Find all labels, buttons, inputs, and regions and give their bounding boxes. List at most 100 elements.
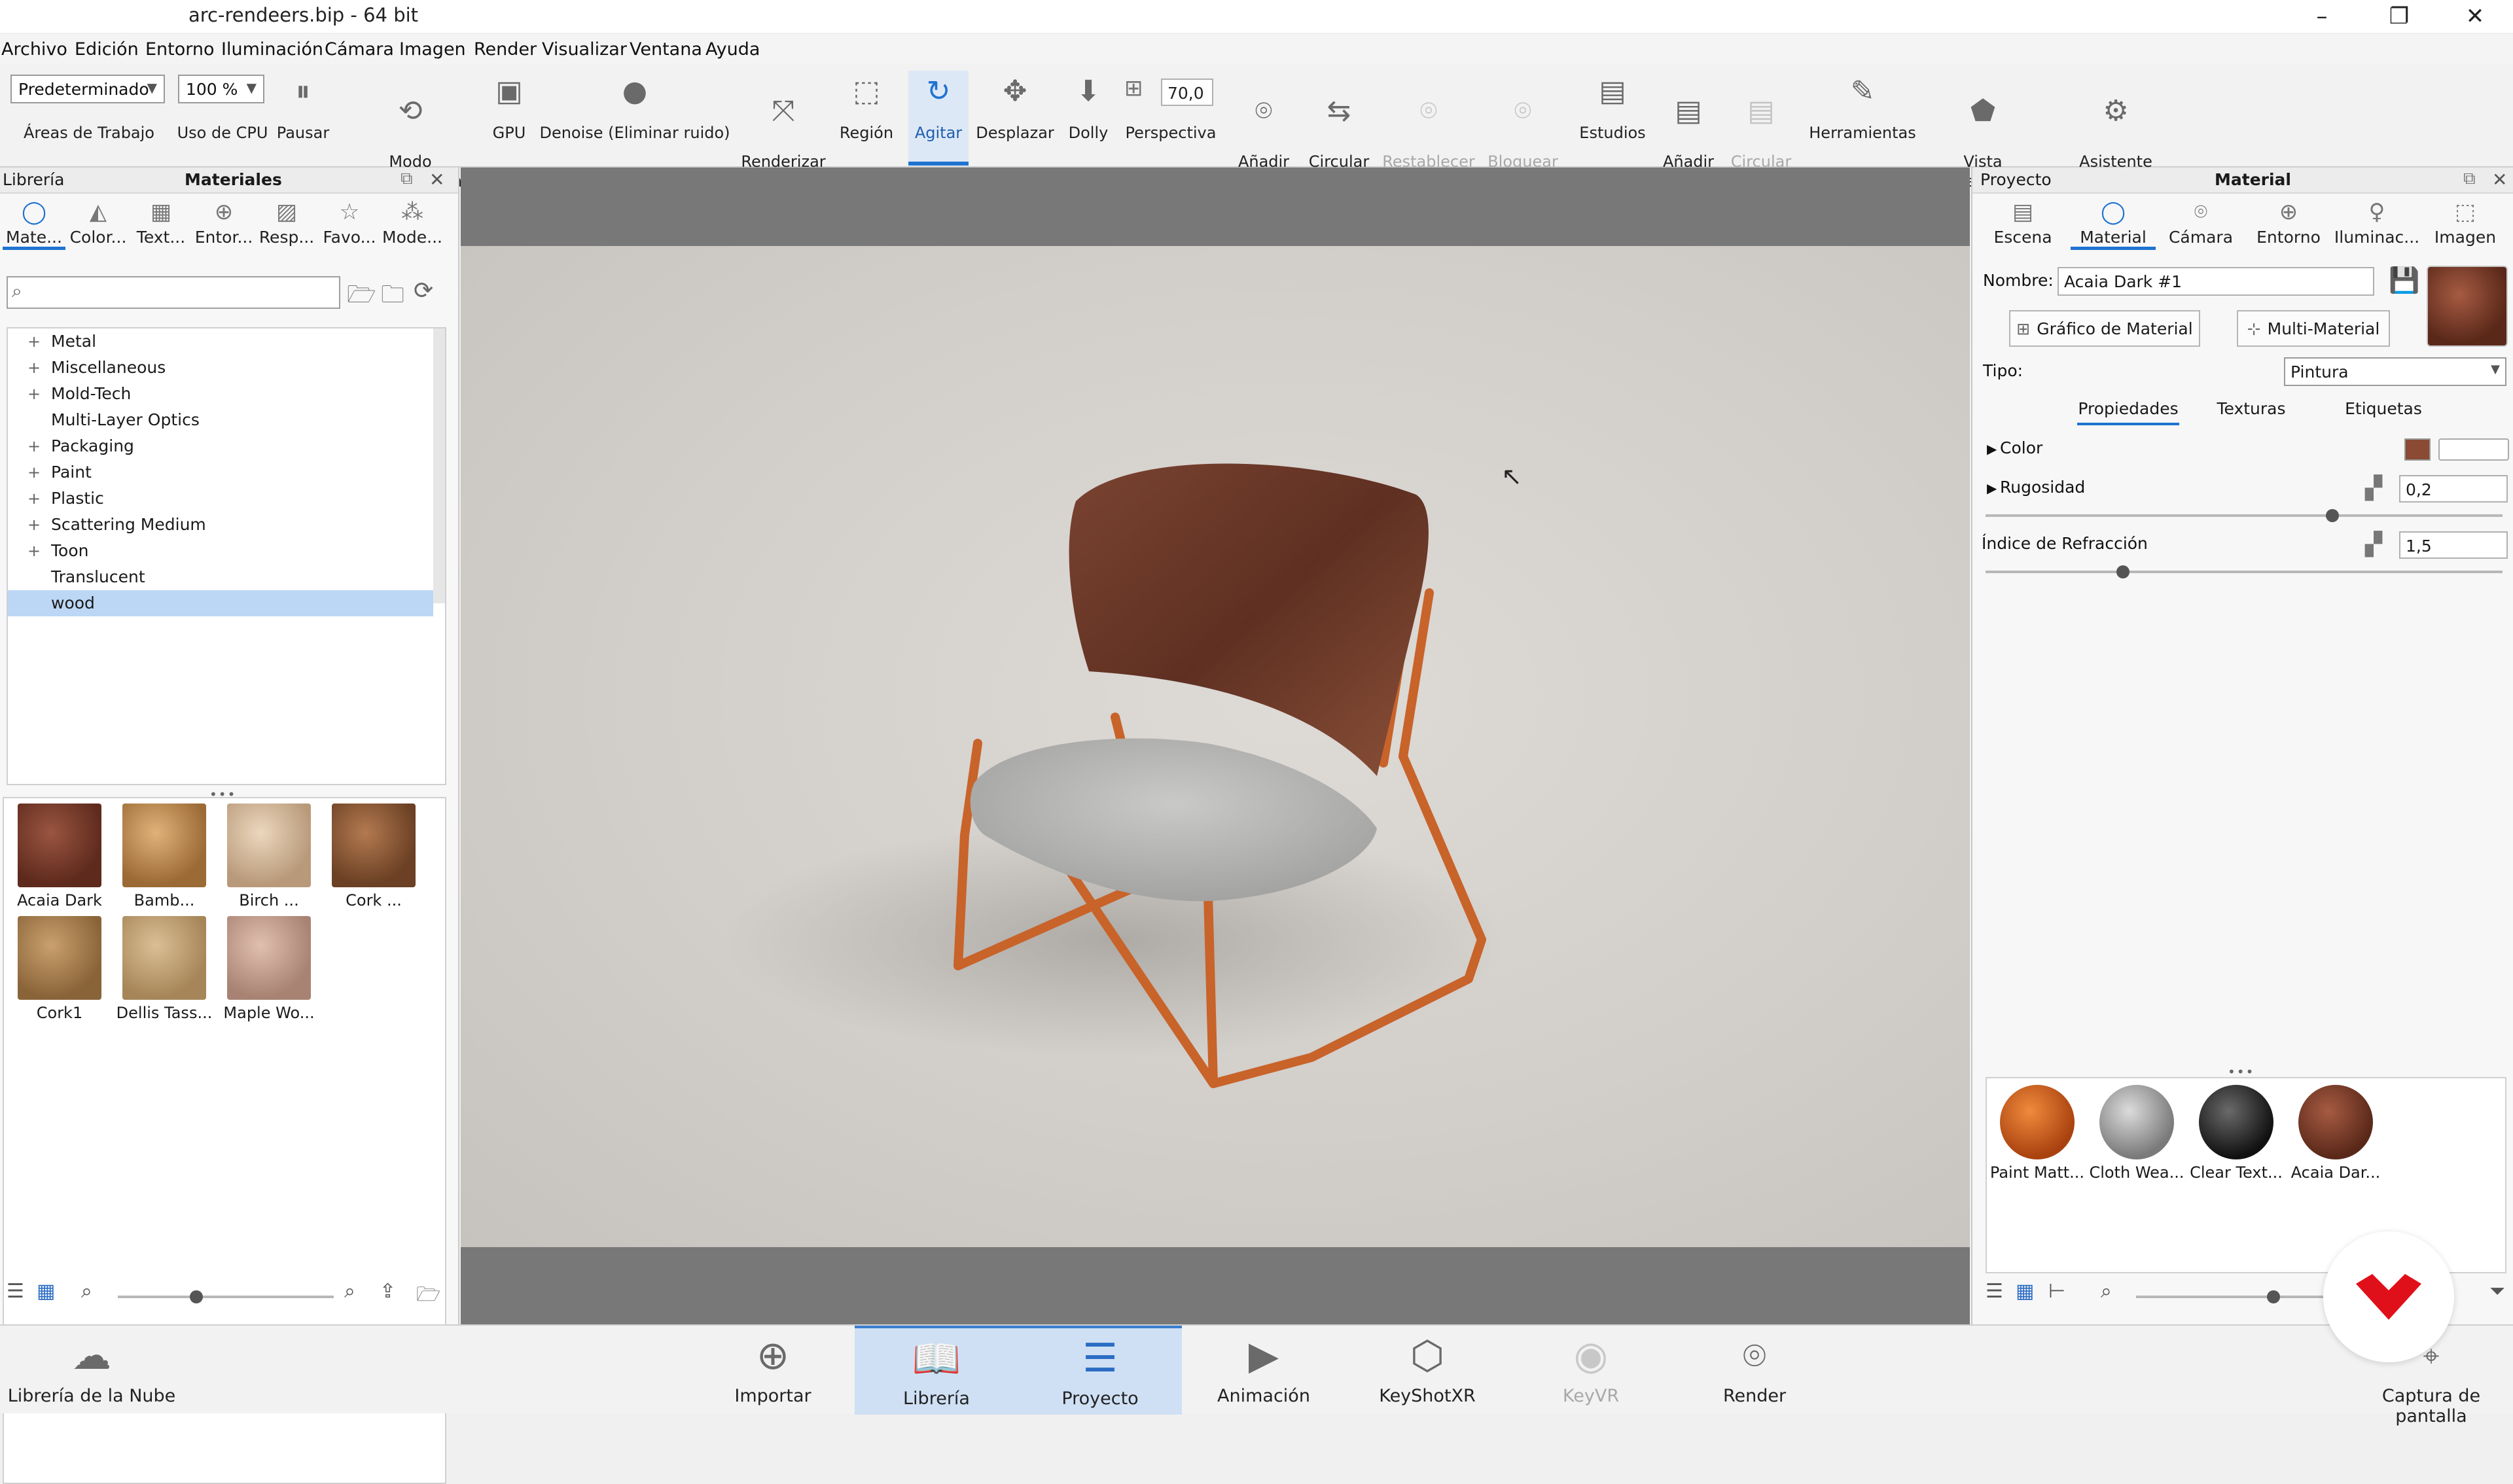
tab-camara[interactable]: ⌾ Cámara bbox=[2162, 199, 2239, 247]
subtab-texturas[interactable]: Texturas bbox=[2205, 399, 2297, 425]
thumb-maple[interactable]: Maple Wo... bbox=[220, 916, 318, 1022]
tree-scrollbar[interactable] bbox=[433, 328, 445, 603]
expand-icon[interactable]: + bbox=[27, 381, 41, 407]
tab-respaldos[interactable]: ▨ Resp... bbox=[255, 199, 318, 247]
tree-item-plastic[interactable]: + Plastic bbox=[8, 486, 433, 512]
tree-item-packaging[interactable]: + Packaging bbox=[8, 433, 433, 459]
cloud-library-button[interactable]: ☁ Librería de la Nube bbox=[7, 1326, 177, 1415]
refresh-icon[interactable]: ⟳ bbox=[414, 277, 433, 304]
menu-iluminacion[interactable]: Iluminación bbox=[221, 39, 323, 60]
tab-entorno[interactable]: ⊕ Entorno bbox=[2250, 199, 2327, 247]
color-swatch[interactable] bbox=[2404, 438, 2431, 461]
slider-knob[interactable] bbox=[2326, 509, 2339, 522]
close-button[interactable]: ✕ bbox=[2437, 0, 2513, 33]
expand-icon[interactable]: + bbox=[27, 328, 41, 355]
slider-knob[interactable] bbox=[2267, 1290, 2280, 1303]
tab-texturas[interactable]: ▦ Text... bbox=[130, 199, 192, 247]
grid-view-icon[interactable]: ▦ bbox=[2016, 1280, 2034, 1303]
performance-mode-button[interactable]: ⟲ Modo Alto Rendimiento bbox=[338, 71, 483, 191]
folder-add-icon[interactable]: 🗀 bbox=[381, 277, 404, 317]
tree-item-toon[interactable]: + Toon bbox=[8, 538, 433, 564]
tree-item-miscellaneous[interactable]: + Miscellaneous bbox=[8, 355, 433, 381]
cycle-cameras-button[interactable]: ⇆ Circular Cámaras bbox=[1305, 71, 1375, 191]
screenshot-button[interactable]: ⌖ Captura de pantalla bbox=[2349, 1326, 2513, 1427]
cpu-dropdown[interactable]: 100 % ▼ bbox=[178, 75, 264, 103]
render-nurbs-button[interactable]: ⤧ Renderizar NURBS bbox=[738, 71, 829, 191]
tab-favoritos[interactable]: ☆ Favo... bbox=[318, 199, 381, 247]
reset-camera-button[interactable]: ⌾ Restablecer Cámara bbox=[1377, 71, 1480, 191]
multi-material-button[interactable]: ⊹ Multi-Material bbox=[2237, 310, 2390, 347]
tab-entornos[interactable]: ⊕ Entor... bbox=[192, 199, 255, 247]
denoise-button[interactable]: ● Denoise (Eliminar ruido) bbox=[537, 71, 733, 166]
close-icon[interactable]: ✕ bbox=[2492, 169, 2507, 190]
tree-item-mold-tech[interactable]: + Mold-Tech bbox=[8, 381, 433, 407]
scene-material-clear[interactable]: Clear Text... bbox=[2187, 1085, 2285, 1182]
subtab-propiedades[interactable]: Propiedades bbox=[2077, 399, 2179, 425]
menu-imagen[interactable]: Imagen bbox=[399, 39, 466, 60]
save-icon[interactable]: 💾 bbox=[2389, 266, 2419, 295]
maximize-button[interactable]: ❐ bbox=[2361, 0, 2437, 33]
pan-button[interactable]: ✥ Desplazar bbox=[975, 71, 1055, 166]
tree-item-paint[interactable]: + Paint bbox=[8, 459, 433, 486]
keyshotxr-button[interactable]: ⬡ KeyShotXR bbox=[1346, 1326, 1509, 1415]
ior-input[interactable]: 1,5 bbox=[2399, 531, 2508, 559]
texture-map-icon[interactable]: ▞ bbox=[2365, 531, 2382, 557]
studios-button[interactable]: ▤ Estudios bbox=[1577, 71, 1648, 166]
folder-icon[interactable]: 🗁 bbox=[347, 277, 376, 317]
expand-icon[interactable]: + bbox=[27, 538, 41, 564]
float-icon[interactable]: ⧉ bbox=[401, 169, 413, 189]
filter-icon[interactable]: ⏷ bbox=[2489, 1280, 2505, 1303]
menu-ayuda[interactable]: Ayuda bbox=[705, 39, 760, 60]
import-button[interactable]: ⊕ Importar bbox=[691, 1326, 855, 1415]
roughness-slider[interactable] bbox=[1986, 509, 2503, 522]
add-camera-button[interactable]: ⌾ Añadir Cámara bbox=[1228, 71, 1300, 191]
menu-visualizar[interactable]: Visualizar bbox=[542, 39, 627, 60]
tumble-button[interactable]: ↻ Agitar bbox=[908, 71, 969, 166]
tab-colores[interactable]: ◭ Color... bbox=[67, 199, 130, 247]
config-wizard-button[interactable]: ⚙ Asistente de Configuración bbox=[2044, 71, 2187, 191]
region-button[interactable]: ⬚ Región bbox=[832, 71, 900, 166]
tab-escena[interactable]: ▤ Escena bbox=[1984, 199, 2061, 247]
tools-button[interactable]: ✎ Herramientas bbox=[1808, 71, 1917, 166]
menu-entorno[interactable]: Entorno bbox=[145, 39, 215, 60]
material-name-input[interactable]: Acaia Dark #1 bbox=[2058, 267, 2374, 296]
zoom-in-icon[interactable]: ⌕ bbox=[344, 1280, 355, 1303]
workspace-dropdown[interactable]: Predeterminado ▼ bbox=[10, 75, 165, 103]
add-studio-button[interactable]: ▤ Añadir Estudio bbox=[1656, 71, 1721, 191]
close-icon[interactable]: ✕ bbox=[429, 169, 444, 190]
upload-icon[interactable]: ⇪ bbox=[380, 1280, 396, 1303]
scene-material-cloth[interactable]: Cloth Wea... bbox=[2088, 1085, 2186, 1182]
grid-view-icon[interactable]: ▦ bbox=[37, 1280, 55, 1303]
tree-view-icon[interactable]: ⊢ bbox=[2048, 1280, 2065, 1303]
geometry-view-button[interactable]: ⬟ Vista de Geometría bbox=[1928, 71, 2038, 191]
material-graph-button[interactable]: ⊞ Gráfico de Material bbox=[2009, 310, 2200, 347]
keyvr-button[interactable]: ◉ KeyVR bbox=[1509, 1326, 1673, 1415]
folder-open-icon[interactable]: 🗁 bbox=[416, 1280, 440, 1313]
thumb-cork[interactable]: Cork ... bbox=[325, 804, 423, 910]
tab-imagen[interactable]: ⬚ Imagen bbox=[2427, 199, 2504, 247]
library-button[interactable]: 📖 Librería bbox=[855, 1326, 1018, 1415]
tree-item-metal[interactable]: + Metal bbox=[8, 328, 433, 355]
menu-camara[interactable]: Cámara bbox=[325, 39, 394, 60]
slider-knob[interactable] bbox=[2116, 565, 2130, 578]
subtab-etiquetas[interactable]: Etiquetas bbox=[2338, 399, 2429, 425]
project-button[interactable]: ☰ Proyecto bbox=[1018, 1326, 1182, 1415]
tab-iluminacion[interactable]: ♀ Iluminac... bbox=[2334, 199, 2420, 247]
lock-camera-button[interactable]: ⌾ Bloquear Cámara bbox=[1486, 71, 1560, 191]
expand-icon[interactable]: + bbox=[27, 433, 41, 459]
animation-button[interactable]: ▶ Animación bbox=[1182, 1326, 1346, 1415]
gpu-button[interactable]: ▣ GPU bbox=[484, 71, 534, 166]
scene-material-acaia[interactable]: Acaia Dar... bbox=[2287, 1085, 2385, 1182]
list-view-icon[interactable]: ☰ bbox=[1986, 1280, 2003, 1303]
cycle-studios-button[interactable]: ▤ Circular Estudios bbox=[1725, 71, 1797, 191]
material-type-dropdown[interactable]: Pintura ▼ bbox=[2284, 357, 2506, 386]
zoom-out-icon[interactable]: ⌕ bbox=[2101, 1280, 2112, 1303]
render-viewport[interactable]: ↖ bbox=[461, 168, 1970, 1324]
menu-edicion[interactable]: Edición bbox=[75, 39, 139, 60]
roughness-input[interactable]: 0,2 bbox=[2399, 475, 2508, 503]
expand-icon[interactable]: + bbox=[27, 459, 41, 486]
thumb-dellis[interactable]: Dellis Tass... bbox=[115, 916, 213, 1022]
minimize-button[interactable]: – bbox=[2284, 0, 2360, 33]
tree-item-translucent[interactable]: Translucent bbox=[8, 564, 433, 590]
menu-render[interactable]: Render bbox=[474, 39, 537, 60]
